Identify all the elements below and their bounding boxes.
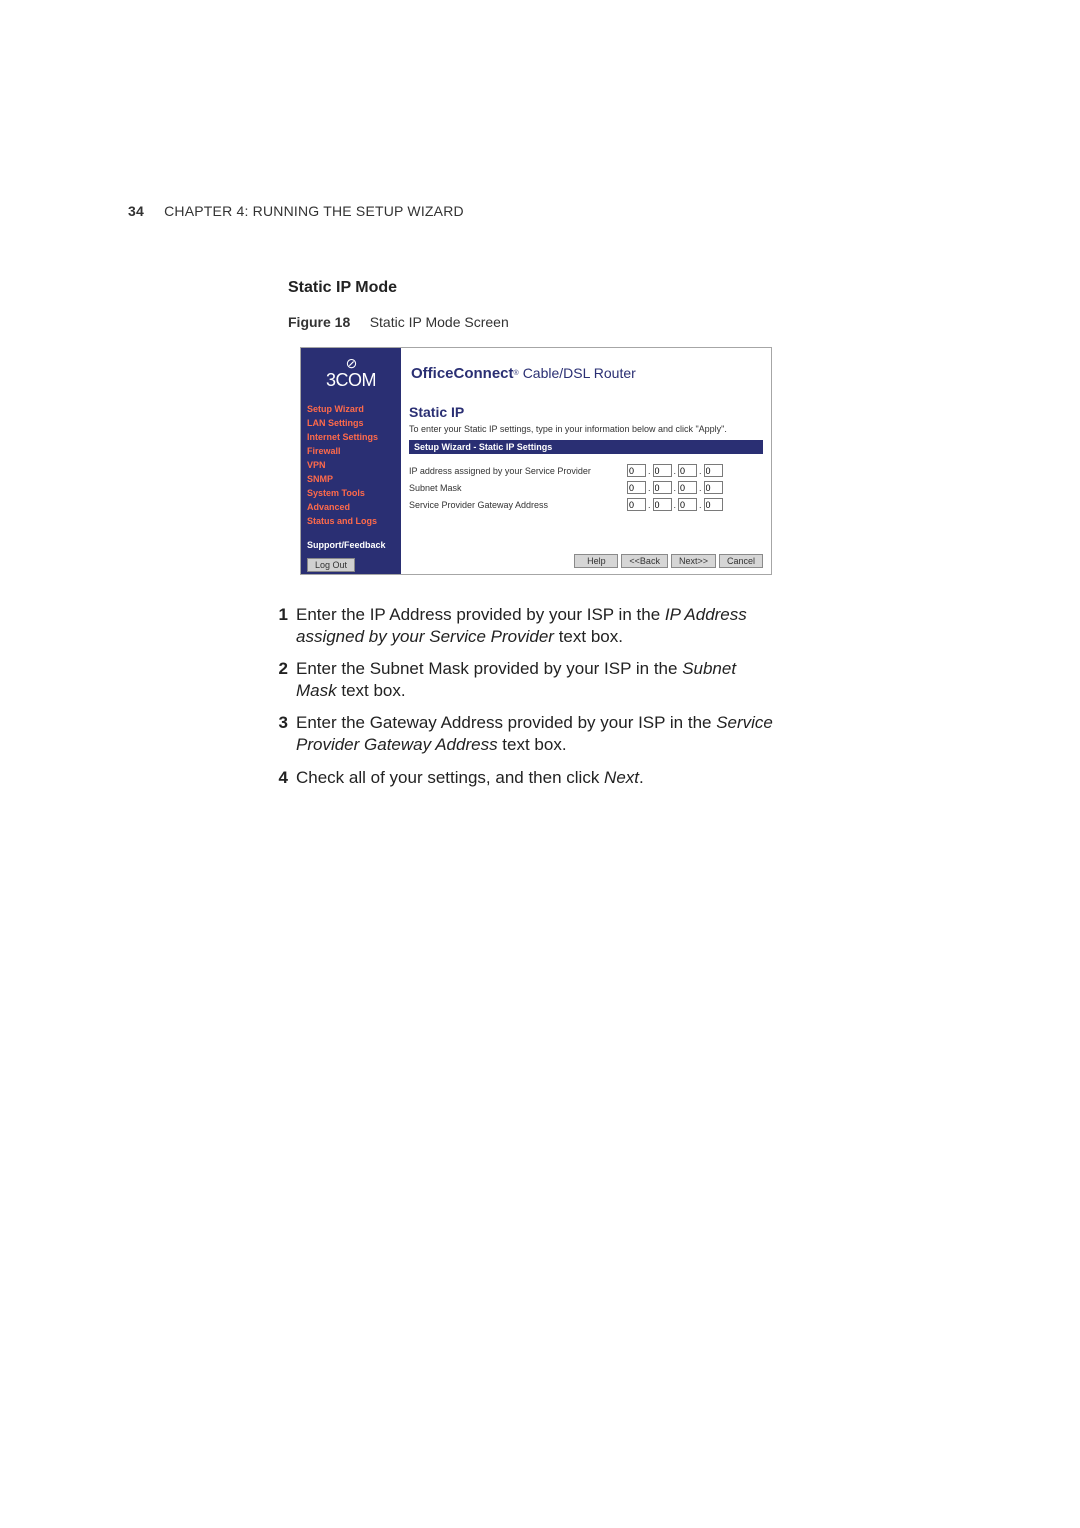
- page-number: 34: [128, 203, 144, 219]
- step-text: Enter the Subnet Mask provided by your I…: [296, 658, 780, 702]
- nav-snmp[interactable]: SNMP: [307, 472, 395, 486]
- step-4: 4 Check all of your settings, and then c…: [270, 767, 780, 789]
- logout-button[interactable]: Log Out: [307, 558, 355, 572]
- registered-mark: ®: [514, 370, 519, 377]
- cancel-button[interactable]: Cancel: [719, 554, 763, 568]
- wizard-buttons: Help <<Back Next>> Cancel: [574, 554, 763, 568]
- fields-area: IP address assigned by your Service Prov…: [409, 464, 763, 511]
- subnet-octet-2[interactable]: [653, 481, 672, 494]
- subnet-octet-4[interactable]: [704, 481, 723, 494]
- instructions-list: 1 Enter the IP Address provided by your …: [270, 604, 780, 799]
- label-ip-address: IP address assigned by your Service Prov…: [409, 466, 627, 476]
- nav-status-logs[interactable]: Status and Logs: [307, 514, 395, 528]
- row-ip-address: IP address assigned by your Service Prov…: [409, 464, 763, 477]
- subnet-octet-1[interactable]: [627, 481, 646, 494]
- subnet-octet-3[interactable]: [678, 481, 697, 494]
- panel-intro: To enter your Static IP settings, type i…: [409, 424, 763, 434]
- nav-vpn[interactable]: VPN: [307, 458, 395, 472]
- chapter-title: CHAPTER 4: RUNNING THE SETUP WIZARD: [164, 203, 464, 219]
- step-text: Enter the IP Address provided by your IS…: [296, 604, 780, 648]
- nav-support-feedback[interactable]: Support/Feedback: [307, 538, 395, 552]
- figure-caption-text: Static IP Mode Screen: [370, 314, 509, 330]
- step-number: 2: [270, 658, 288, 702]
- nav-setup-wizard[interactable]: Setup Wizard: [307, 402, 395, 416]
- running-header: 34 CHAPTER 4: RUNNING THE SETUP WIZARD: [128, 203, 464, 219]
- step-1: 1 Enter the IP Address provided by your …: [270, 604, 780, 648]
- step-number: 1: [270, 604, 288, 648]
- figure-caption: Figure 18 Static IP Mode Screen: [288, 314, 509, 330]
- step-3: 3 Enter the Gateway Address provided by …: [270, 712, 780, 756]
- ip-input-group: . . .: [627, 481, 723, 494]
- nav-internet-settings[interactable]: Internet Settings: [307, 430, 395, 444]
- nav-system-tools[interactable]: System Tools: [307, 486, 395, 500]
- row-gateway: Service Provider Gateway Address . . .: [409, 498, 763, 511]
- router-screenshot: ⊘ 3COM OfficeConnect® Cable/DSL Router S…: [300, 347, 772, 575]
- product-title: OfficeConnect® Cable/DSL Router: [401, 348, 771, 398]
- brand-text: 3COM: [326, 370, 376, 391]
- nav-advanced[interactable]: Advanced: [307, 500, 395, 514]
- ip-address-octet-2[interactable]: [653, 464, 672, 477]
- gateway-octet-4[interactable]: [704, 498, 723, 511]
- section-heading: Static IP Mode: [288, 279, 397, 297]
- step-text: Enter the Gateway Address provided by yo…: [296, 712, 780, 756]
- label-gateway: Service Provider Gateway Address: [409, 500, 627, 510]
- gateway-octet-2[interactable]: [653, 498, 672, 511]
- nav-firewall[interactable]: Firewall: [307, 444, 395, 458]
- ip-address-octet-3[interactable]: [678, 464, 697, 477]
- product-name: OfficeConnect: [411, 365, 514, 382]
- router-main-panel: Static IP To enter your Static IP settin…: [401, 398, 771, 574]
- step-number: 3: [270, 712, 288, 756]
- panel-title: Static IP: [409, 404, 763, 420]
- step-number: 4: [270, 767, 288, 789]
- brand-swirl-icon: ⊘: [346, 356, 357, 370]
- ip-input-group: . . .: [627, 498, 723, 511]
- brand-logo: ⊘ 3COM: [301, 348, 401, 398]
- product-suffix: Cable/DSL Router: [523, 365, 636, 381]
- help-button[interactable]: Help: [574, 554, 618, 568]
- router-header: ⊘ 3COM OfficeConnect® Cable/DSL Router: [301, 348, 771, 398]
- step-2: 2 Enter the Subnet Mask provided by your…: [270, 658, 780, 702]
- next-button[interactable]: Next>>: [671, 554, 716, 568]
- ip-address-octet-1[interactable]: [627, 464, 646, 477]
- row-subnet-mask: Subnet Mask . . .: [409, 481, 763, 494]
- label-subnet-mask: Subnet Mask: [409, 483, 627, 493]
- nav-lan-settings[interactable]: LAN Settings: [307, 416, 395, 430]
- gateway-octet-1[interactable]: [627, 498, 646, 511]
- logout-wrap: Log Out: [307, 558, 395, 572]
- sidebar-nav: Setup Wizard LAN Settings Internet Setti…: [301, 398, 401, 574]
- figure-label: Figure 18: [288, 314, 350, 330]
- section-bar: Setup Wizard - Static IP Settings: [409, 440, 763, 454]
- document-page: 34 CHAPTER 4: RUNNING THE SETUP WIZARD S…: [0, 0, 1080, 1528]
- router-body: Setup Wizard LAN Settings Internet Setti…: [301, 398, 771, 574]
- ip-address-octet-4[interactable]: [704, 464, 723, 477]
- gateway-octet-3[interactable]: [678, 498, 697, 511]
- ip-input-group: . . .: [627, 464, 723, 477]
- back-button[interactable]: <<Back: [621, 554, 668, 568]
- step-text: Check all of your settings, and then cli…: [296, 767, 780, 789]
